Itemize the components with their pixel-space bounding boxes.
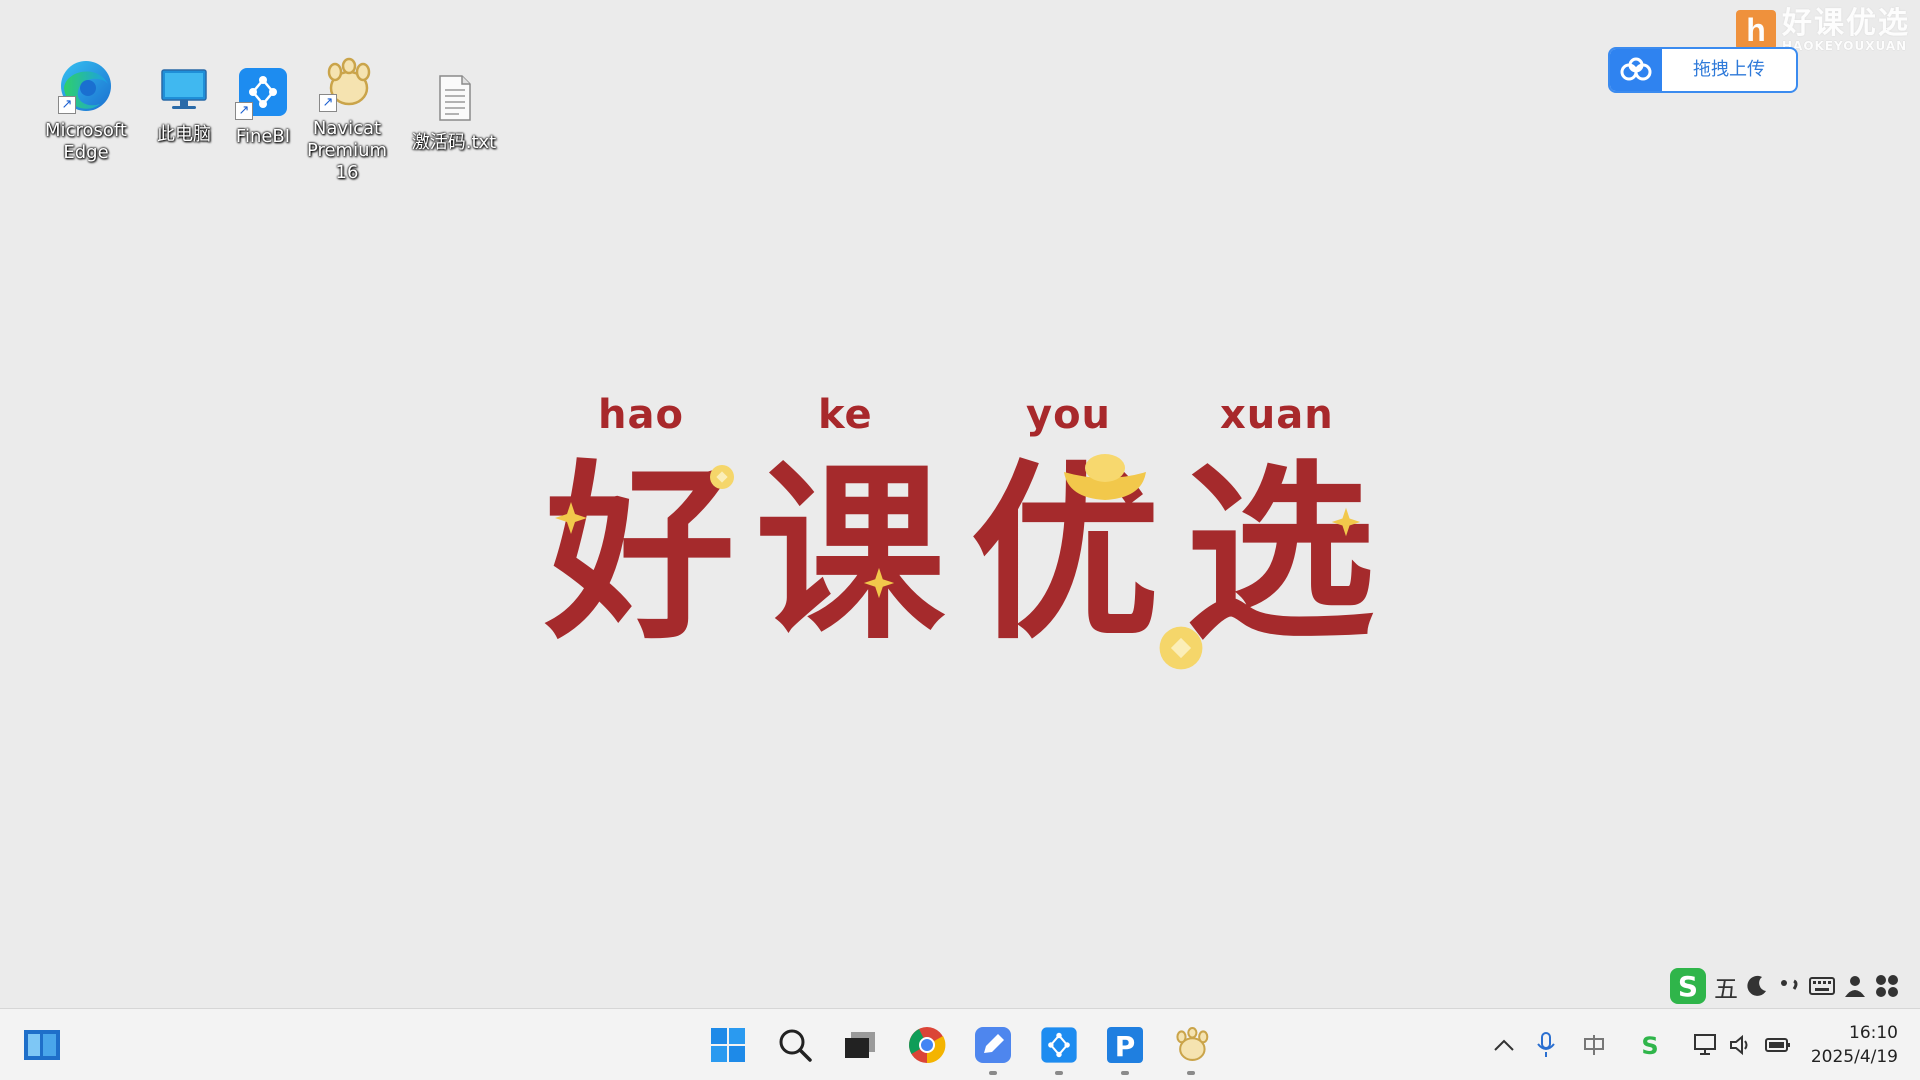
text-file-icon xyxy=(426,70,482,126)
this-pc-icon xyxy=(156,62,212,118)
clock-date: 2025/4/19 xyxy=(1810,1047,1898,1067)
running-indicator xyxy=(1055,1071,1063,1075)
watermark-en: HAOKEYOUXUAN xyxy=(1782,39,1908,53)
navicat-icon: ↗ xyxy=(319,56,375,112)
p-app-button[interactable]: P xyxy=(1103,1023,1147,1075)
finebi-icon xyxy=(1041,1027,1077,1063)
drag-upload-widget[interactable]: 拖拽上传 xyxy=(1608,47,1798,93)
chrome-button[interactable] xyxy=(905,1023,949,1067)
pinyin-you: you xyxy=(1026,392,1112,438)
edge-icon: ↗ xyxy=(58,58,114,114)
svg-text:P: P xyxy=(1115,1030,1136,1063)
user-icon[interactable] xyxy=(1842,973,1868,999)
sogou-tray-button[interactable]: S xyxy=(1636,1031,1664,1059)
sogou-tray-icon: S xyxy=(1641,1032,1658,1058)
gold-ingot-icon xyxy=(1064,454,1146,500)
desktop-icon-label: 激活码.txt xyxy=(411,132,497,153)
chevron-up-icon xyxy=(1494,1039,1514,1051)
display-icon xyxy=(1694,1034,1716,1055)
finebi-taskbar-button[interactable] xyxy=(1037,1023,1081,1075)
sogou-icon[interactable]: S xyxy=(1668,966,1708,1006)
clock-time: 16:10 xyxy=(1849,1023,1898,1043)
running-indicator xyxy=(989,1071,997,1075)
pinyin-hao: hao xyxy=(598,392,684,438)
start-button[interactable] xyxy=(706,1023,750,1067)
ime-toolbar[interactable]: S 五 xyxy=(1668,962,1918,1010)
watermark-mark: h xyxy=(1736,10,1776,50)
chrome-icon xyxy=(909,1027,946,1064)
desktop-icon-text-file[interactable]: 激活码.txt xyxy=(402,70,506,154)
task-view-button[interactable] xyxy=(838,1023,882,1067)
brand-char-ke: 课 xyxy=(755,444,946,665)
navicat-icon xyxy=(1176,1027,1209,1061)
taskbar-clock[interactable]: 16:10 2025/4/19 xyxy=(1811,1021,1898,1069)
watermark-logo: h 好课优选 HAOKEYOUXUAN xyxy=(1736,8,1910,52)
taskbar: P S 16:10 2025/4/19 xyxy=(0,1008,1920,1080)
battery-icon xyxy=(1765,1038,1790,1052)
show-hidden-icons-button[interactable] xyxy=(1490,1031,1518,1059)
coin-icon xyxy=(710,465,734,489)
start-icon xyxy=(711,1028,745,1062)
pinyin-ke: ke xyxy=(818,392,873,438)
coin-icon xyxy=(1159,626,1203,670)
moon-icon[interactable] xyxy=(1744,973,1770,999)
running-indicator xyxy=(1121,1071,1129,1075)
desktop-icon-navicat[interactable]: ↗ Navicat Premium 16 xyxy=(295,56,399,184)
desktop-icon-label: 此电脑 xyxy=(157,124,211,145)
task-view-icon xyxy=(845,1032,875,1058)
ime-mode[interactable]: 五 xyxy=(1714,969,1738,1004)
battery-button[interactable] xyxy=(1764,1031,1792,1059)
network-button[interactable] xyxy=(1692,1031,1720,1059)
search-icon xyxy=(779,1029,812,1062)
microphone-button[interactable] xyxy=(1532,1031,1560,1059)
cloud-upload-icon xyxy=(1610,49,1662,91)
shortcut-arrow-icon: ↗ xyxy=(58,96,76,114)
shortcut-arrow-icon: ↗ xyxy=(319,94,337,112)
navicat-taskbar-button[interactable] xyxy=(1169,1023,1213,1075)
widgets-icon xyxy=(24,1030,60,1060)
sparkle-icon xyxy=(1331,507,1361,537)
finebi-icon: ↗ xyxy=(235,64,291,120)
svg-text:S: S xyxy=(1678,970,1698,1003)
svg-text:S: S xyxy=(1641,1032,1658,1058)
punctuation-icon[interactable] xyxy=(1776,973,1802,999)
pinyin-xuan: xuan xyxy=(1220,392,1334,438)
search-button[interactable] xyxy=(773,1023,817,1067)
ime-zh-icon xyxy=(1584,1035,1604,1055)
running-indicator xyxy=(1187,1071,1195,1075)
sparkle-icon xyxy=(863,567,895,599)
p-app-icon: P xyxy=(1107,1027,1143,1063)
shortcut-arrow-icon: ↗ xyxy=(235,102,253,120)
desktop-icon-label: Navicat Premium 16 xyxy=(306,118,388,183)
ime-zh-button[interactable] xyxy=(1580,1031,1608,1059)
drag-upload-label: 拖拽上传 xyxy=(1693,59,1765,80)
brand-char-hao: 好 xyxy=(545,444,736,665)
desktop-icon-label: Microsoft Edge xyxy=(45,120,127,163)
microphone-icon xyxy=(1537,1032,1555,1057)
edit-app-button[interactable] xyxy=(971,1023,1015,1075)
volume-button[interactable] xyxy=(1726,1031,1754,1059)
desktop-icon-label: FineBI xyxy=(235,126,291,147)
watermark-cn: 好课优选 xyxy=(1782,6,1910,41)
edit-app-icon xyxy=(975,1027,1011,1063)
widgets-button[interactable] xyxy=(20,1023,64,1067)
volume-icon xyxy=(1730,1034,1748,1056)
keyboard-icon[interactable] xyxy=(1808,973,1836,999)
sparkle-icon xyxy=(555,502,587,534)
apps-icon[interactable] xyxy=(1874,973,1900,999)
desktop-icon-edge[interactable]: ↗ Microsoft Edge xyxy=(34,58,138,164)
brand-char-xuan: 选 xyxy=(1185,444,1376,665)
